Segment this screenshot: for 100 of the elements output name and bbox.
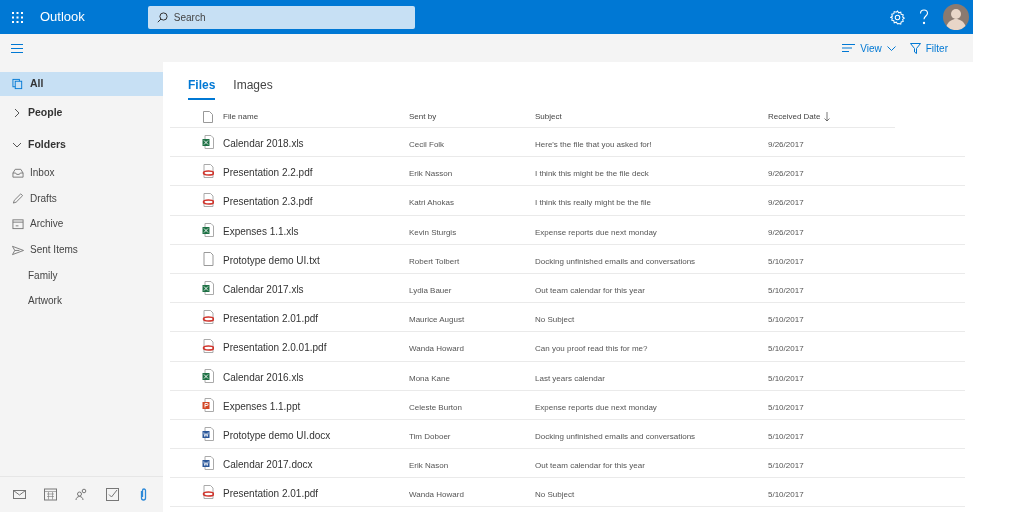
sidebar-item[interactable]: Artwork bbox=[0, 287, 163, 314]
table-row[interactable]: Prototype demo UI.docx Tim Doboer Docking unfinished emails and conversations 5/10/2017 bbox=[170, 419, 965, 450]
spreadsheet-file-icon bbox=[202, 281, 214, 296]
column-header[interactable]: File name bbox=[223, 110, 259, 123]
table-cell: 5/10/2017 bbox=[768, 490, 804, 500]
table-cell: Calendar 2016.xls bbox=[223, 371, 304, 383]
column-header[interactable]: Subject bbox=[535, 110, 562, 123]
table-row[interactable]: Presentation 2.01.pdf Wanda Howard No Subject 5/10/2017 bbox=[170, 478, 965, 508]
table-cell: Out team calendar for this year bbox=[535, 461, 645, 471]
sidebar-item[interactable]: People bbox=[0, 96, 163, 130]
archive-icon bbox=[12, 218, 24, 230]
table-cell: Kevin Sturgis bbox=[409, 227, 457, 237]
table-cell: Out team calendar for this year bbox=[535, 286, 645, 296]
table-cell: Katri Ahokas bbox=[409, 198, 454, 208]
table-cell: Presentation 2.01.pdf bbox=[223, 488, 319, 500]
chevron-right-icon bbox=[12, 108, 22, 118]
table-cell: 5/10/2017 bbox=[768, 373, 804, 383]
app-launcher-icon[interactable] bbox=[12, 11, 23, 23]
sidebar-item[interactable]: Family bbox=[0, 262, 163, 288]
people-icon[interactable] bbox=[75, 488, 88, 501]
table-cell: 5/10/2017 bbox=[768, 344, 804, 354]
spreadsheet-file-icon bbox=[202, 135, 214, 150]
table-cell: Expenses 1.1.ppt bbox=[223, 400, 301, 412]
table-cell: Docking unfinished emails and conversations bbox=[535, 431, 696, 441]
table-cell: Maurice August bbox=[409, 315, 465, 325]
view-button[interactable]: View bbox=[842, 40, 896, 56]
table-cell: 5/10/2017 bbox=[768, 286, 804, 296]
search-field[interactable]: Search bbox=[147, 5, 415, 29]
pencil-icon bbox=[12, 192, 24, 205]
table-cell: 9/26/2017 bbox=[768, 169, 804, 179]
table-row[interactable]: Presentation 2.01.pdf Maurice August No Subject 5/10/2017 bbox=[170, 303, 965, 333]
table-cell: Calendar 2018.xls bbox=[223, 138, 304, 150]
avatar[interactable] bbox=[943, 4, 969, 30]
table-cell: Docking unfinished emails and conversations bbox=[535, 256, 696, 266]
table-row[interactable]: Calendar 2017.docx Erik Nason Out team calendar for this year 5/10/2017 bbox=[170, 449, 965, 479]
table-cell: 5/10/2017 bbox=[768, 315, 804, 325]
table-row[interactable]: Prototype demo UI.txt Robert Tolbert Docking unfinished emails and conversations 5/10/2017 bbox=[170, 244, 965, 274]
sidebar-item[interactable]: Archive bbox=[0, 211, 163, 237]
table-row[interactable]: Expenses 1.1.xls Kevin Sturgis Expense reports due next monday 9/26/2017 bbox=[170, 215, 965, 245]
sidebar-item[interactable]: All bbox=[0, 72, 163, 96]
table-cell: Tim Doboer bbox=[409, 431, 451, 441]
table-row[interactable]: Presentation 2.0.01.pdf Wanda Howard Can you proof read this for me? 5/10/2017 bbox=[170, 332, 965, 362]
search-icon bbox=[156, 11, 168, 23]
table-cell: 9/26/2017 bbox=[768, 227, 804, 237]
table-cell: Calendar 2017.docx bbox=[223, 459, 313, 471]
table-cell: I think this really might be the file bbox=[535, 198, 652, 208]
pdf-file-icon bbox=[202, 339, 214, 354]
table-row[interactable]: Calendar 2016.xls Mona Kane Last years calendar 5/10/2017 bbox=[170, 361, 965, 391]
settings-icon[interactable] bbox=[890, 9, 905, 25]
table-cell: Presentation 2.01.pdf bbox=[223, 313, 319, 325]
table-cell: 5/10/2017 bbox=[768, 256, 804, 266]
table-cell: Robert Tolbert bbox=[409, 256, 460, 266]
tasks-icon[interactable] bbox=[106, 488, 119, 501]
table-cell: Lydia Bauer bbox=[409, 286, 452, 296]
table-cell: Last years calendar bbox=[535, 373, 605, 383]
presentation-file-icon bbox=[202, 397, 214, 412]
help-icon[interactable] bbox=[919, 9, 929, 25]
table-cell: Expense reports due next monday bbox=[535, 402, 657, 412]
table-cell: Expenses 1.1.xls bbox=[223, 225, 299, 237]
table-cell: Prototype demo UI.txt bbox=[223, 254, 320, 266]
blank-file-icon bbox=[202, 251, 214, 266]
spreadsheet-file-icon bbox=[202, 368, 214, 383]
chevron-down-icon bbox=[12, 140, 22, 150]
sidebar-item[interactable]: Folders bbox=[0, 130, 163, 160]
pdf-file-icon bbox=[202, 164, 214, 179]
table-row[interactable]: Presentation 2.2.pdf Erik Nasson I think this might be the file deck 9/26/2017 bbox=[170, 157, 965, 187]
table-cell: Presentation 2.2.pdf bbox=[223, 167, 313, 179]
table-cell: No Subject bbox=[535, 315, 575, 325]
file-icon bbox=[203, 110, 213, 123]
table-cell: 5/10/2017 bbox=[768, 402, 804, 412]
documents-icon bbox=[12, 78, 24, 90]
pdf-file-icon bbox=[202, 485, 214, 500]
sidebar-item[interactable]: Inbox bbox=[0, 160, 163, 186]
column-header[interactable]: Received Date bbox=[768, 110, 821, 123]
table-cell: Presentation 2.3.pdf bbox=[223, 196, 313, 208]
inbox-icon bbox=[12, 166, 24, 179]
tab[interactable]: Images bbox=[233, 76, 273, 100]
table-cell: Cecil Folk bbox=[409, 140, 445, 150]
mail-icon[interactable] bbox=[13, 488, 26, 501]
sidebar-item[interactable]: Drafts bbox=[0, 185, 163, 212]
spreadsheet-file-icon bbox=[202, 222, 214, 237]
table-row[interactable]: Calendar 2018.xls Cecil Folk Here's the file that you asked for! 9/26/2017 bbox=[170, 128, 965, 158]
table-row[interactable]: Calendar 2017.xls Lydia Bauer Out team calendar for this year 5/10/2017 bbox=[170, 273, 965, 304]
filter-button[interactable]: Filter bbox=[909, 40, 948, 56]
calendar-icon[interactable] bbox=[44, 488, 57, 501]
sidebar-item[interactable]: Sent Items bbox=[0, 236, 163, 263]
table-cell: Prototype demo UI.docx bbox=[223, 429, 331, 441]
tab[interactable]: Files bbox=[188, 76, 216, 100]
column-header[interactable]: Sent by bbox=[409, 110, 437, 123]
document-file-icon bbox=[202, 456, 214, 471]
table-row[interactable]: Presentation 2.3.pdf Katri Ahokas I think this really might be the file 9/26/2017 bbox=[170, 186, 965, 216]
table-cell: 9/26/2017 bbox=[768, 198, 804, 208]
menu-icon[interactable] bbox=[11, 43, 23, 53]
pdf-file-icon bbox=[202, 193, 214, 208]
table-cell: Presentation 2.0.01.pdf bbox=[223, 342, 327, 354]
list-icon bbox=[842, 44, 856, 52]
table-cell: Celeste Burton bbox=[409, 402, 462, 412]
table-row[interactable]: Expenses 1.1.ppt Celeste Burton Expense reports due next monday 5/10/2017 bbox=[170, 390, 965, 420]
document-file-icon bbox=[202, 426, 214, 441]
filter-icon bbox=[909, 42, 921, 54]
